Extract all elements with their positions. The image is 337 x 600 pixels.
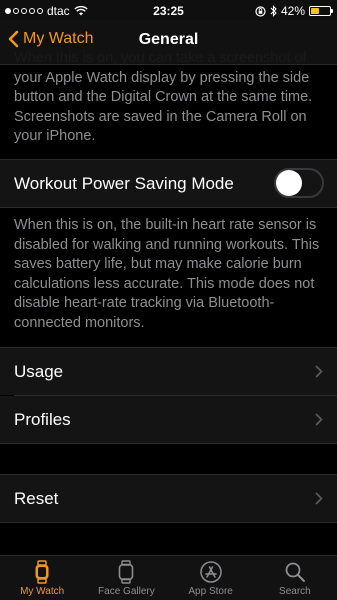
search-icon [285,562,305,582]
toggle-knob [276,170,302,196]
chevron-right-icon [315,365,323,378]
tab-label-search: Search [279,586,311,597]
tab-label-app-store: App Store [188,586,233,597]
workout-power-saving-toggle[interactable] [274,168,324,198]
bluetooth-icon [270,5,277,17]
reset-label: Reset [14,488,59,508]
tab-app-store[interactable]: App Store [169,556,253,600]
navigation-bar: My Watch General [0,20,337,65]
tab-search[interactable]: Search [253,556,337,600]
usage-label: Usage [14,361,64,381]
battery-icon [309,6,333,16]
section-divider [0,522,337,523]
tab-label-my-watch: My Watch [20,586,65,597]
face-gallery-icon [119,560,134,584]
status-right: 42% [255,4,333,18]
usage-row[interactable]: Usage [0,348,337,395]
chevron-right-icon [315,413,323,426]
orientation-lock-icon [255,5,266,17]
page-title: General [138,31,199,48]
chevron-right-icon [315,492,323,505]
section-divider [0,207,337,208]
tab-bar: My Watch Face Gallery App Store Search [0,555,337,600]
tab-my-watch[interactable]: My Watch [0,556,84,600]
reset-row[interactable]: Reset [0,475,337,522]
section-divider [0,443,337,444]
workout-power-saving-row: Workout Power Saving Mode [0,160,337,207]
tab-label-face-gallery: Face Gallery [98,586,155,597]
profiles-row[interactable]: Profiles [0,396,337,443]
settings-content[interactable]: When this is on, you can take a screensh… [0,44,337,556]
battery-fill [311,8,319,14]
app-store-icon [199,561,222,583]
battery-percent: 42% [280,4,305,18]
watch-icon [35,560,49,584]
workout-power-saving-note: When this is on, the built-in heart rate… [14,217,320,331]
tab-face-gallery[interactable]: Face Gallery [84,556,168,600]
profiles-label: Profiles [14,409,71,429]
status-bar: dtac 23:25 42% [0,0,337,20]
